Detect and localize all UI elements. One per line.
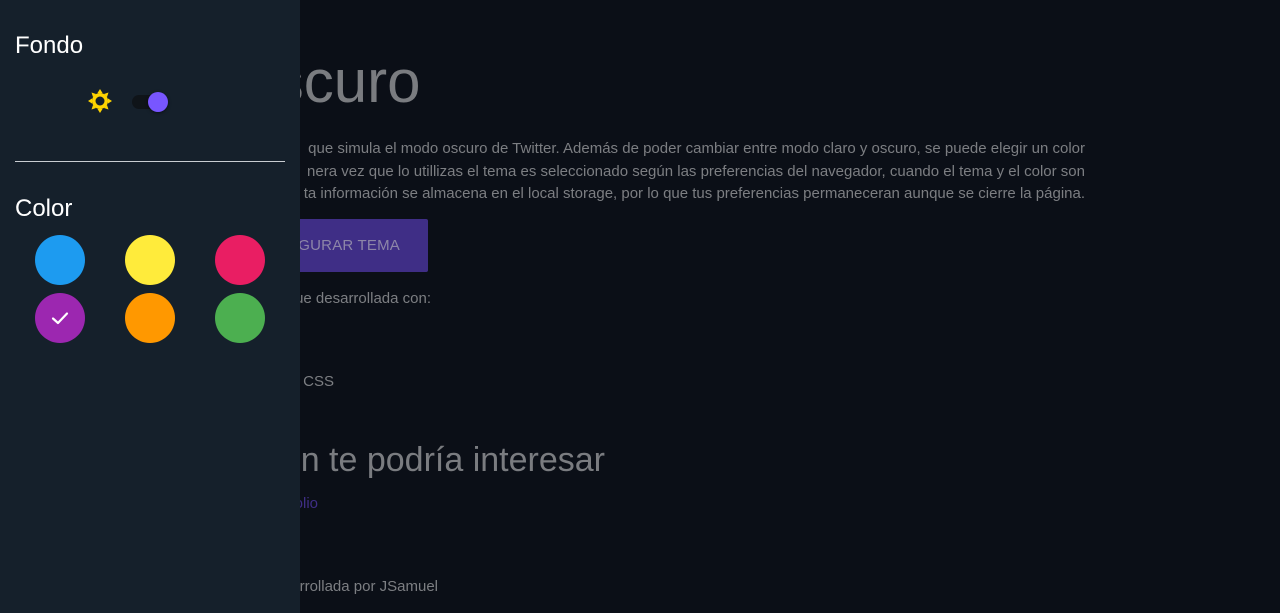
color-swatch-yellow[interactable] <box>125 235 175 285</box>
color-swatch-orange[interactable] <box>125 293 175 343</box>
theme-toggle[interactable] <box>132 92 168 112</box>
color-heading: Color <box>15 195 73 222</box>
sun-icon[interactable] <box>87 88 113 114</box>
moon-icon[interactable] <box>189 89 211 111</box>
check-icon <box>51 312 69 325</box>
page: do oscuro que simula el modo oscuro de T… <box>0 0 1280 613</box>
theme-toggle-knob[interactable] <box>148 92 168 112</box>
panel-divider <box>15 161 285 162</box>
color-swatch-pink[interactable] <box>215 235 265 285</box>
color-swatch-green[interactable] <box>215 293 265 343</box>
color-swatch-purple[interactable] <box>35 293 85 343</box>
color-swatch-blue[interactable] <box>35 235 85 285</box>
background-heading: Fondo <box>15 32 84 59</box>
theme-settings-panel: Fondo Color <box>0 0 300 613</box>
